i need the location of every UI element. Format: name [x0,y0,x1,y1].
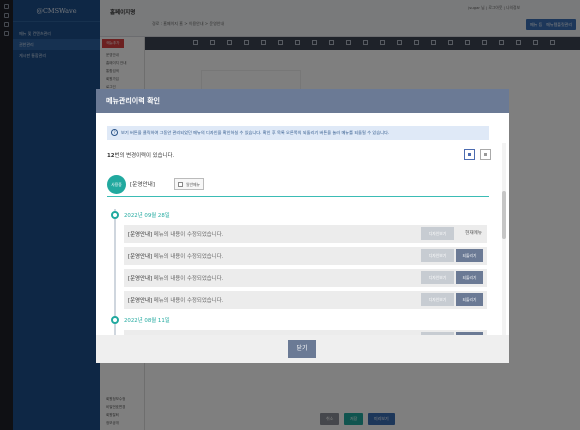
timeline-dot [111,316,119,324]
revert-button[interactable]: 되돌리기 [456,293,483,306]
history-row: [운영안내] 메뉴의 내용이 수정되었습니다. 디자인보기되돌리기 [124,247,487,265]
menu-name: [운영안내] [130,182,155,188]
history-menu-name: [운영안내] [128,254,153,260]
document-icon [178,182,183,187]
info-icon: ? [111,129,118,136]
modal-scrollbar[interactable] [502,143,506,335]
menu-type-label: 일반메뉴 [186,182,200,187]
modal-title: 메뉴관리이력 확인 [96,89,509,113]
timeline-date: 2022년 09월 28일 [124,213,170,219]
history-row: [운영안내] 메뉴의 내용이 수정되었습니다. 디자인보기되돌리기 [124,269,487,287]
history-menu-name: [운영안내] [128,298,153,304]
close-button[interactable]: 닫기 [288,340,316,358]
view-design-button[interactable]: 디자인보기 [421,271,454,284]
card-view-icon [484,153,487,156]
history-row-text: [운영안내] 메뉴의 내용이 수정되었습니다. [128,252,223,260]
history-modal: 메뉴관리이력 확인 ? 보기 버튼을 클릭하여 그동안 관리되었던 메뉴의 디자… [96,89,509,363]
history-row-text: [운영안내] 메뉴의 내용이 수정되었습니다. [128,296,223,304]
menu-type-tag: 일반메뉴 [174,178,204,190]
revert-button[interactable]: 되돌리기 [456,249,483,262]
revert-button[interactable]: 되돌리기 [456,271,483,284]
history-menu-name: [운영안내] [128,276,153,282]
history-message: 메뉴의 내용이 수정되었습니다. [152,232,224,238]
history-row: [운영안내] 메뉴의 내용이 수정되었습니다. 디자인보기되돌리기 [124,291,487,309]
scrollbar-thumb[interactable] [502,191,506,239]
list-view-icon [468,153,471,156]
history-row-text: [운영안내] 메뉴의 내용이 수정되었습니다. [128,230,223,238]
history-row-text: [운영안내] 메뉴의 내용이 수정되었습니다. [128,274,223,282]
status-badge: 사용중 [107,175,126,194]
timeline-date: 2022년 08월 11일 [124,318,170,324]
card-view-toggle[interactable] [480,149,491,160]
menu-summary: 사용중 [운영안내] 일반메뉴 [107,175,489,197]
view-design-button[interactable]: 디자인보기 [421,249,454,262]
modal-body: ? 보기 버튼을 클릭하여 그동안 관리되었던 메뉴의 디자인을 확인하실 수 … [96,113,509,335]
list-view-toggle[interactable] [464,149,475,160]
view-design-button[interactable]: 디자인보기 [421,227,454,240]
history-message: 메뉴의 내용이 수정되었습니다. [152,254,224,260]
history-count: 12번의 변경이력이 있습니다. [107,151,174,159]
history-row: [운영안내] 메뉴의 내용이 수정되었습니다. 디자인보기 현재메뉴 [124,225,487,243]
history-menu-name: [운영안내] [128,232,153,238]
info-notice: ? 보기 버튼을 클릭하여 그동안 관리되었던 메뉴의 디자인을 확인하실 수 … [107,126,489,140]
info-notice-text: 보기 버튼을 클릭하여 그동안 관리되었던 메뉴의 디자인을 확인하실 수 있습… [121,130,390,135]
history-count-suffix: 번의 변경이력이 있습니다. [114,153,175,159]
current-menu-label: 현재메뉴 [465,231,482,236]
history-message: 메뉴의 내용이 수정되었습니다. [152,276,224,282]
timeline-dot [111,211,119,219]
view-design-button[interactable]: 디자인보기 [421,293,454,306]
history-count-number: 12 [107,153,115,159]
history-message: 메뉴의 내용이 수정되었습니다. [152,298,224,304]
modal-footer: 닫기 [96,335,509,363]
